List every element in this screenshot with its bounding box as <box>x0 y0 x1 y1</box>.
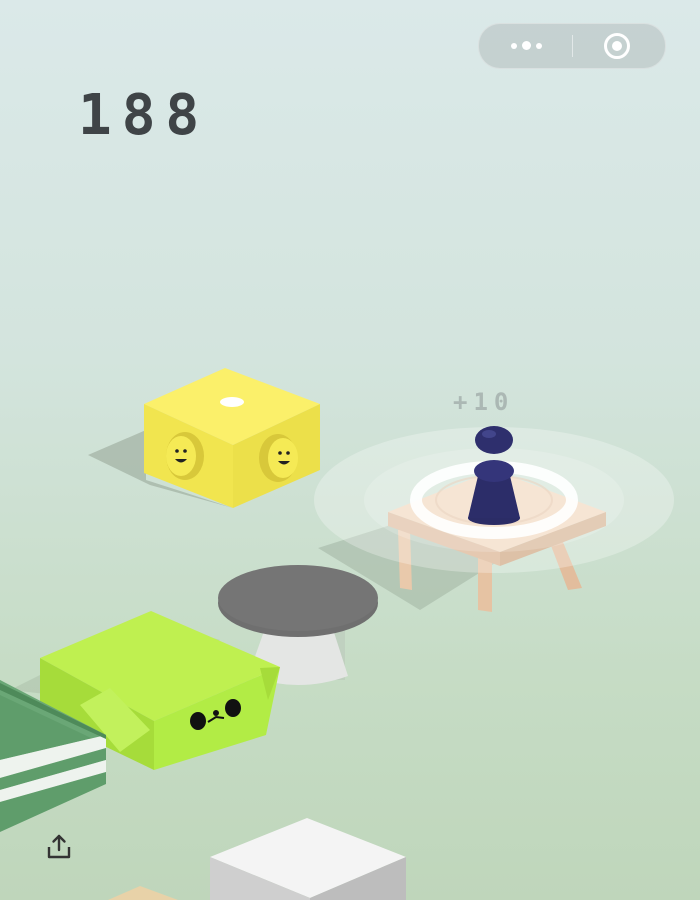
more-dots-icon <box>509 41 545 50</box>
player-piece <box>468 426 520 525</box>
block-top-dot <box>220 397 244 407</box>
yellow-smiley-block <box>88 368 320 508</box>
close-miniprogram-button[interactable] <box>573 24 665 68</box>
more-options-button[interactable] <box>479 24 572 68</box>
share-upload-icon[interactable] <box>44 832 74 862</box>
smiley-face-icon <box>166 432 204 480</box>
white-block <box>210 818 406 900</box>
bonus-popup: +10 <box>453 388 515 416</box>
score-counter: 188 <box>78 83 210 148</box>
target-circle-icon <box>604 33 630 59</box>
tan-block-partial <box>108 886 178 900</box>
mini-program-capsule <box>478 23 666 69</box>
